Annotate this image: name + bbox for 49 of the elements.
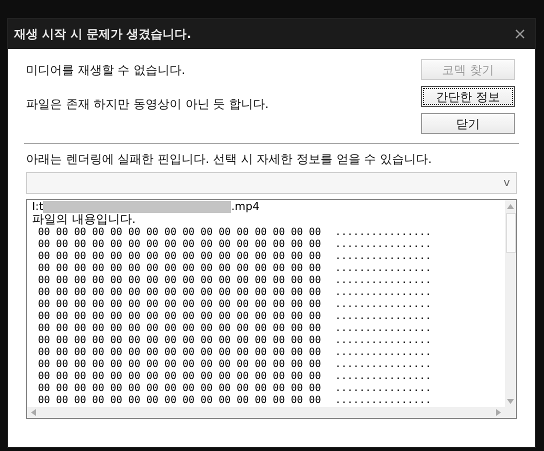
hex-bytes: 00 00 00 00 00 00 00 00 00 00 00 00 00 00 00 00 — [38, 371, 322, 383]
scroll-thumb[interactable] — [506, 213, 516, 253]
dialog-button[interactable]: 간단한 정보 — [421, 86, 515, 107]
horizontal-scrollbar[interactable] — [27, 407, 516, 418]
ascii-dump: ................ — [335, 323, 432, 335]
ascii-dump: ................ — [335, 371, 432, 383]
ascii-dump: ................ — [335, 359, 432, 371]
hex-bytes: 00 00 00 00 00 00 00 00 00 00 00 00 00 00 00 00 — [38, 263, 322, 275]
message-text: 미디어를 재생할 수 없습니다. — [26, 62, 186, 79]
ascii-dump: ................ — [335, 383, 432, 395]
scroll-down-icon[interactable] — [507, 399, 514, 404]
ascii-dump: ................ — [335, 395, 432, 407]
ascii-dump: ................ — [335, 311, 432, 323]
hex-bytes: 00 00 00 00 00 00 00 00 00 00 00 00 00 00 00 00 — [38, 275, 322, 287]
dialog-button[interactable]: 닫기 — [421, 113, 515, 134]
hex-bytes: 00 00 00 00 00 00 00 00 00 00 00 00 00 00 00 00 — [38, 251, 322, 263]
ascii-dump: ................ — [335, 251, 432, 263]
file-path-start: I:t — [32, 201, 44, 213]
scroll-right-icon[interactable] — [496, 409, 501, 416]
hex-bytes: 00 00 00 00 00 00 00 00 00 00 00 00 00 00 00 00 — [38, 227, 322, 239]
hex-bytes: 00 00 00 00 00 00 00 00 00 00 00 00 00 00 00 00 — [38, 335, 322, 347]
ascii-dump: ................ — [335, 239, 432, 251]
message-text: 파일은 존재 하지만 동영상이 아닌 듯 합니다. — [26, 96, 270, 113]
scroll-left-icon[interactable] — [31, 409, 36, 416]
content-heading: 파일의 내용입니다. — [32, 213, 137, 226]
ascii-dump: ................ — [335, 299, 432, 311]
file-path-extension: .mp4 — [231, 201, 260, 213]
dropdown-arrow: v — [503, 174, 510, 191]
ascii-dump: ................ — [335, 287, 432, 299]
hex-bytes: 00 00 00 00 00 00 00 00 00 00 00 00 00 00 00 00 — [38, 311, 322, 323]
vertical-scrollbar[interactable] — [505, 200, 516, 407]
ascii-dump: ................ — [335, 263, 432, 275]
hex-bytes: 00 00 00 00 00 00 00 00 00 00 00 00 00 00 00 00 — [38, 299, 322, 311]
hex-bytes: 00 00 00 00 00 00 00 00 00 00 00 00 00 00 00 00 — [38, 347, 322, 359]
window-title: 재생 시작 시 문제가 생겼습니다. — [14, 26, 192, 43]
scroll-up-icon[interactable] — [507, 204, 514, 209]
pin-description: 아래는 렌더링에 실패한 핀입니다. 선택 시 자세한 정보를 얻을 수 있습니다. — [26, 151, 433, 168]
hex-bytes: 00 00 00 00 00 00 00 00 00 00 00 00 00 00 00 00 — [38, 287, 322, 299]
hex-bytes: 00 00 00 00 00 00 00 00 00 00 00 00 00 00 00 00 — [38, 239, 322, 251]
hex-bytes: 00 00 00 00 00 00 00 00 00 00 00 00 00 00 00 00 — [38, 359, 322, 371]
ascii-dump: ................ — [335, 335, 432, 347]
ascii-dump: ................ — [335, 347, 432, 359]
pin-dropdown[interactable]: v — [26, 172, 517, 194]
hex-bytes: 00 00 00 00 00 00 00 00 00 00 00 00 00 00 00 00 — [38, 383, 322, 395]
close-icon[interactable] — [515, 29, 525, 39]
ascii-dump: ................ — [335, 275, 432, 287]
ascii-dump: ................ — [335, 227, 432, 239]
hex-bytes: 00 00 00 00 00 00 00 00 00 00 00 00 00 00 00 00 — [38, 323, 322, 335]
hex-bytes: 00 00 00 00 00 00 00 00 00 00 00 00 00 00 00 00 — [38, 395, 322, 407]
